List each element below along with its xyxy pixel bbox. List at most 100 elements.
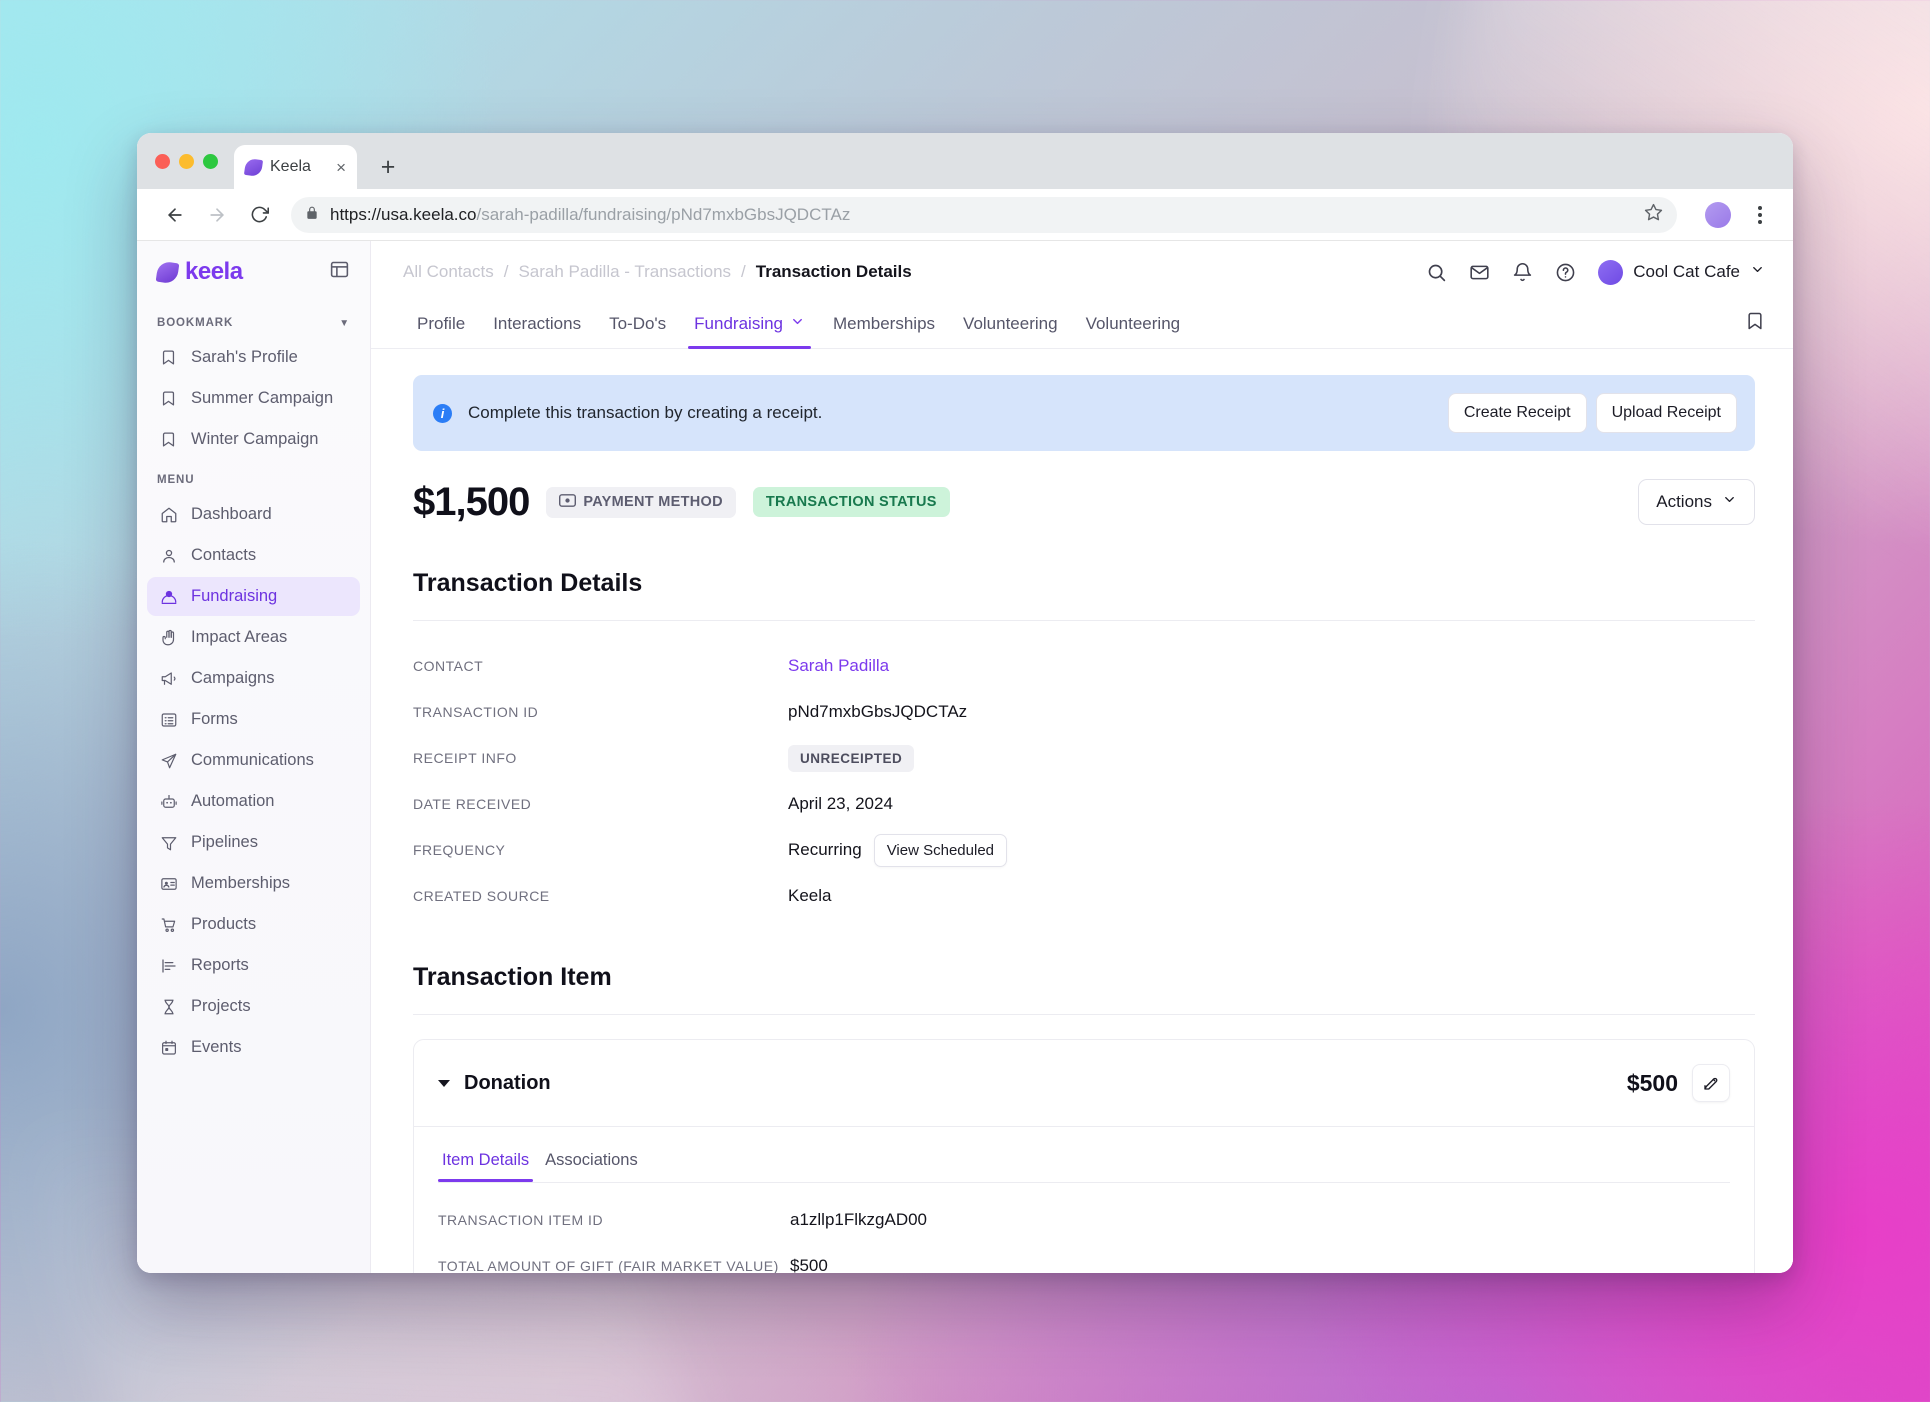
sidebar-item-events[interactable]: Events [147,1028,360,1067]
bookmark-icon [158,388,179,409]
transaction-details-heading: Transaction Details [413,569,1755,621]
forward-button[interactable] [199,197,235,233]
browser-menu-icon[interactable] [1747,205,1773,224]
sidebar-item-communications[interactable]: Communications [147,741,360,780]
sidebar-item-winter-campaign[interactable]: Winter Campaign [147,420,360,459]
toggle-sidebar-icon[interactable] [329,259,350,285]
detail-key: TRANSACTION ID [413,704,539,720]
id-card-icon [158,873,179,894]
sidebar-section-bookmark[interactable]: BOOKMARK ▼ [137,303,370,337]
search-icon[interactable] [1426,262,1447,283]
detail-row-date-received: DATE RECEIVED April 23, 2024 [413,781,1755,827]
sidebar-item-label: Reports [191,956,249,974]
maximize-window-button[interactable] [203,153,218,169]
item-tab-label: Item Details [442,1151,530,1169]
sidebar-item-automation[interactable]: Automation [147,782,360,821]
transaction-summary-row: $1,500 PAYMENT METHOD TRANSACTION STATUS… [413,479,1755,525]
mail-icon[interactable] [1469,262,1490,283]
help-icon[interactable] [1555,262,1576,283]
address-bar[interactable]: https://usa.keela.co/sarah-padilla/fundr… [291,196,1677,233]
tab-label: Volunteering [1085,314,1181,333]
notifications-bell-icon[interactable] [1512,262,1533,283]
detail-row-created-source: CREATED SOURCE Keela [413,873,1755,919]
tab-fundraising[interactable]: Fundraising [680,303,819,349]
sidebar-item-pipelines[interactable]: Pipelines [147,823,360,862]
actions-button[interactable]: Actions [1638,479,1755,525]
tab-to-dos[interactable]: To-Do's [595,303,680,348]
browser-tab-title: Keela [270,158,311,175]
item-tab-item-details[interactable]: Item Details [438,1145,534,1182]
funnel-icon [158,832,179,853]
item-row-total-amount-of-gift: TOTAL AMOUNT OF GIFT (FAIR MARKET VALUE)… [438,1243,1730,1273]
create-receipt-button[interactable]: Create Receipt [1447,393,1587,433]
edit-item-button[interactable] [1692,1064,1730,1102]
detail-key: CREATED SOURCE [413,888,550,904]
sidebar-item-fundraising[interactable]: Fundraising [147,577,360,616]
new-tab-button[interactable]: + [371,150,405,184]
detail-key: FREQUENCY [413,842,506,858]
lock-icon [305,205,319,225]
detail-key: RECEIPT INFO [413,750,517,766]
bookmark-star-icon[interactable] [1644,203,1663,227]
upload-receipt-button[interactable]: Upload Receipt [1595,393,1737,433]
sidebar-item-summer-campaign[interactable]: Summer Campaign [147,379,360,418]
url-origin: https://usa.keela.co [330,204,477,224]
bookmark-page-icon[interactable] [1745,311,1765,348]
sidebar-item-impact-areas[interactable]: Impact Areas [147,618,360,657]
send-icon [158,750,179,771]
frequency-value: Recurring [788,840,862,859]
sidebar-item-forms[interactable]: Forms [147,700,360,739]
item-tab-associations[interactable]: Associations [541,1145,642,1182]
account-menu[interactable]: Cool Cat Cafe [1598,259,1765,285]
reload-button[interactable] [241,197,277,233]
brand-name: keela [185,258,243,285]
calendar-icon [158,1037,179,1058]
close-tab-icon[interactable]: × [336,159,346,176]
app-logo[interactable]: keela [155,258,243,286]
sidebar-item-dashboard[interactable]: Dashboard [147,495,360,534]
chevron-down-icon[interactable]: ▼ [339,318,350,329]
tab-memberships[interactable]: Memberships [819,303,949,348]
tab-interactions[interactable]: Interactions [479,303,595,348]
sidebar-item-contacts[interactable]: Contacts [147,536,360,575]
sidebar-item-label: Communications [191,751,314,769]
contact-link[interactable]: Sarah Padilla [788,656,889,676]
sidebar-item-products[interactable]: Products [147,905,360,944]
sidebar-item-label: Products [191,915,257,933]
tab-volunteering-2[interactable]: Volunteering [1072,303,1195,348]
sidebar-item-label: Fundraising [191,587,278,605]
window-traffic-lights [155,133,234,189]
hand-icon [158,627,179,648]
breadcrumb-sarah-padilla-transactions[interactable]: Sarah Padilla - Transactions [518,262,731,282]
detail-value: Sarah Padilla [788,656,889,676]
chevron-down-icon [790,314,805,334]
item-key: TOTAL AMOUNT OF GIFT (FAIR MARKET VALUE) [438,1258,779,1273]
sidebar-item-memberships[interactable]: Memberships [147,864,360,903]
sidebar-item-label: Impact Areas [191,628,288,646]
browser-tab[interactable]: Keela × [234,145,357,189]
tab-volunteering-1[interactable]: Volunteering [949,303,1072,348]
view-scheduled-button[interactable]: View Scheduled [873,833,1008,867]
account-name: Cool Cat Cafe [1633,262,1740,281]
avatar [1598,259,1624,285]
browser-profile-avatar[interactable] [1705,201,1731,228]
back-button[interactable] [157,197,193,233]
tab-profile[interactable]: Profile [403,303,479,348]
url-path: /sarah-padilla/fundraising/pNd7mxbGbsJQD… [476,204,851,224]
minimize-window-button[interactable] [179,153,194,169]
transaction-item-body: TRANSACTION ITEM ID a1zllp1FlkzgAD00 TOT… [414,1183,1754,1273]
close-window-button[interactable] [155,153,170,169]
sidebar-item-reports[interactable]: Reports [147,946,360,985]
sidebar-item-projects[interactable]: Projects [147,987,360,1026]
detail-row-receipt-info: RECEIPT INFO UNRECEIPTED [413,735,1755,781]
sidebar-item-sarahs-profile[interactable]: Sarah's Profile [147,338,360,377]
sidebar-item-campaigns[interactable]: Campaigns [147,659,360,698]
banner-buttons: Create Receipt Upload Receipt [1447,393,1737,433]
megaphone-icon [158,668,179,689]
page-content: i Complete this transaction by creating … [371,349,1793,1273]
detail-value: Keela [788,886,832,905]
payment-method-badge: PAYMENT METHOD [546,486,736,518]
breadcrumb-all-contacts[interactable]: All Contacts [403,262,494,282]
collapse-toggle-icon[interactable] [438,1079,450,1087]
detail-row-contact: CONTACT Sarah Padilla [413,643,1755,689]
